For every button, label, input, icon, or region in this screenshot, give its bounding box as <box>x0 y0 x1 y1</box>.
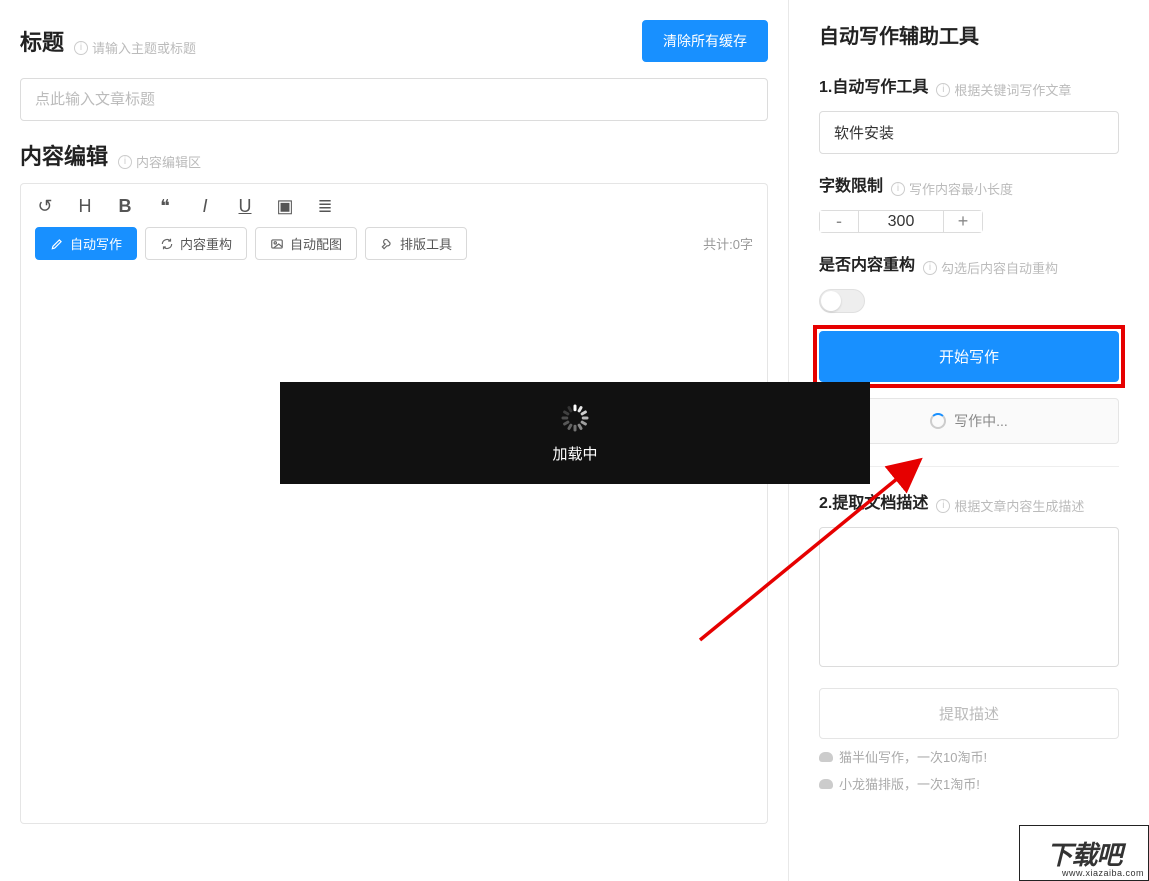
word-limit-stepper: - + <box>819 210 983 233</box>
heading-icon[interactable]: H <box>75 196 95 217</box>
content-heading: 内容编辑 <box>20 139 108 171</box>
start-writing-button[interactable]: 开始写作 <box>819 331 1119 382</box>
stepper-increment-button[interactable]: + <box>943 210 983 233</box>
cloud-icon <box>819 752 833 762</box>
section1-label: 1.自动写作工具 <box>819 73 928 97</box>
quote-icon[interactable]: ❝ <box>155 196 175 217</box>
wrench-icon <box>380 237 394 251</box>
cloud-icon <box>819 779 833 789</box>
article-title-input[interactable] <box>20 78 768 121</box>
undo-icon[interactable]: ↺ <box>35 196 55 217</box>
auto-image-button[interactable]: 自动配图 <box>255 227 357 260</box>
title-heading: 标题 <box>20 25 64 57</box>
restructure-label: 是否内容重构 <box>819 251 915 275</box>
section2-label: 2.提取文档描述 <box>819 489 928 513</box>
info-icon: i <box>891 182 905 196</box>
editor-body[interactable] <box>20 264 768 824</box>
info-line-1: 猫半仙写作，一次10淘币! <box>819 747 1119 766</box>
stepper-value-input[interactable] <box>859 210 943 233</box>
underline-icon[interactable]: U <box>235 196 255 217</box>
pencil-icon <box>50 237 64 251</box>
section1-hint: i 根据关键词写作文章 <box>936 80 1071 99</box>
clear-cache-button[interactable]: 清除所有缓存 <box>642 20 768 62</box>
restructure-toggle[interactable] <box>819 289 865 313</box>
word-limit-label: 字数限制 <box>819 172 883 196</box>
info-icon: i <box>923 261 937 275</box>
description-textarea[interactable] <box>819 527 1119 667</box>
spinner-icon <box>930 413 946 429</box>
loading-text: 加载中 <box>552 443 597 464</box>
italic-icon[interactable]: I <box>195 196 215 217</box>
auto-write-button[interactable]: 自动写作 <box>35 227 137 260</box>
info-icon: i <box>118 155 132 169</box>
info-line-2: 小龙猫排版，一次1淘币! <box>819 774 1119 793</box>
editor-toolbar: ↺ HB ❝ IU ▣ ≣ 自动写作 内容重构 自动配图 <box>20 183 768 264</box>
word-limit-hint: i 写作内容最小长度 <box>891 179 1013 198</box>
loading-overlay: 加载中 <box>280 382 870 484</box>
word-count-label: 共计:0字 <box>703 234 753 253</box>
image-icon <box>270 237 284 251</box>
bold-icon[interactable]: B <box>115 196 135 217</box>
keyword-input[interactable] <box>819 111 1119 154</box>
image-icon[interactable]: ▣ <box>275 196 295 217</box>
restructure-hint: i 勾选后内容自动重构 <box>923 258 1058 277</box>
refresh-icon <box>160 237 174 251</box>
sidebar-title: 自动写作辅助工具 <box>819 20 1119 49</box>
watermark: 下载吧 www.xiazaiba.com <box>1019 825 1149 881</box>
restructure-button[interactable]: 内容重构 <box>145 227 247 260</box>
align-icon[interactable]: ≣ <box>315 196 335 217</box>
extract-description-button[interactable]: 提取描述 <box>819 688 1119 739</box>
info-icon: i <box>74 41 88 55</box>
info-icon: i <box>936 83 950 97</box>
info-icon: i <box>936 499 950 513</box>
loading-spinner-icon <box>560 403 590 433</box>
layout-tool-button[interactable]: 排版工具 <box>365 227 467 260</box>
section2-hint: i 根据文章内容生成描述 <box>936 496 1084 515</box>
title-hint: i 请输入主题或标题 <box>74 38 196 57</box>
stepper-decrement-button[interactable]: - <box>819 210 859 233</box>
content-hint: i 内容编辑区 <box>118 152 201 171</box>
